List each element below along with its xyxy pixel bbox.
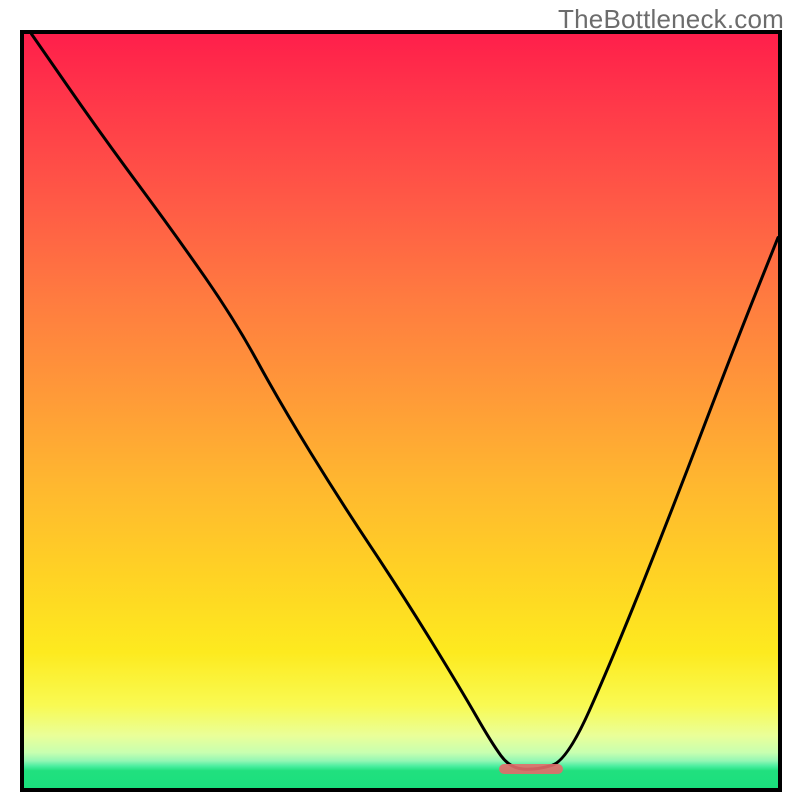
bottleneck-curve [24,34,778,788]
plot-frame [20,30,782,792]
minimum-marker [499,764,563,774]
watermark-text: TheBottleneck.com [558,4,784,35]
chart-container: TheBottleneck.com [0,0,800,800]
curve-path [32,34,779,769]
